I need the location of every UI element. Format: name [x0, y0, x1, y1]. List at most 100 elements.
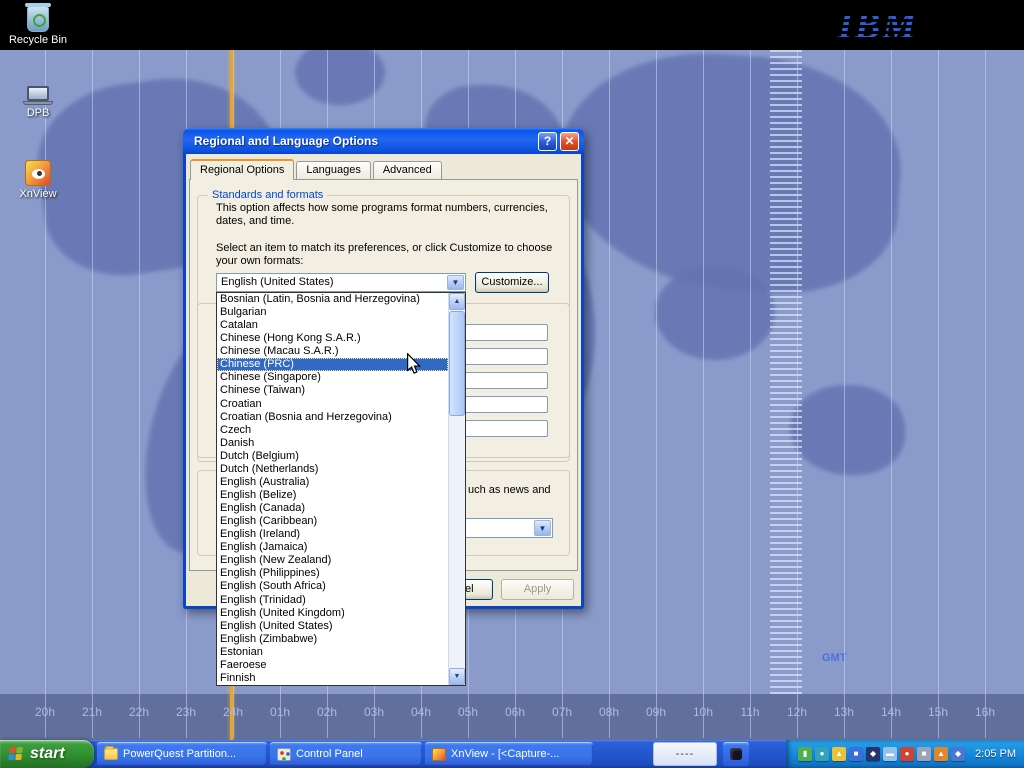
language-option[interactable]: Finnish	[217, 672, 448, 685]
timezone-hour-label: 12h	[783, 705, 811, 719]
tray-icon-2[interactable]: ●	[815, 747, 829, 761]
timezone-line	[45, 50, 46, 738]
language-option[interactable]: Chinese (Hong Kong S.A.R.)	[217, 332, 448, 345]
timezone-hour-label: 09h	[642, 705, 670, 719]
language-option[interactable]: English (Canada)	[217, 502, 448, 515]
language-option[interactable]: Czech	[217, 424, 448, 437]
tray-icon-1[interactable]: ▮	[798, 747, 812, 761]
chevron-down-icon[interactable]: ▼	[447, 275, 464, 290]
tray-icon-6[interactable]: ▬	[883, 747, 897, 761]
tab-languages[interactable]: Languages	[296, 161, 370, 179]
language-option[interactable]: Croatian	[217, 398, 448, 411]
timezone-line	[797, 50, 798, 738]
tab-regional-options[interactable]: Regional Options	[190, 159, 294, 180]
language-option[interactable]: English (Jamaica)	[217, 541, 448, 554]
language-dropdown-popup: Bosnian (Latin, Bosnia and Herzegovina)B…	[216, 292, 466, 686]
system-tray: ▮●▲■◆▬●■▲◆ 2:05 PM	[786, 740, 1024, 768]
timezone-hour-label: 01h	[266, 705, 294, 719]
tray-icon-4[interactable]: ■	[849, 747, 863, 761]
language-option[interactable]: Catalan	[217, 319, 448, 332]
language-option[interactable]: English (Belize)	[217, 489, 448, 502]
customize-button[interactable]: Customize...	[475, 272, 549, 293]
tray-icon-8[interactable]: ■	[917, 747, 931, 761]
desktop-icon-xnview[interactable]: XnView	[0, 160, 76, 200]
language-option[interactable]: English (Ireland)	[217, 528, 448, 541]
timezone-line	[891, 50, 892, 738]
standards-description-line2: dates, and time.	[216, 215, 294, 227]
timezone-hour-label: 06h	[501, 705, 529, 719]
tray-icon-7[interactable]: ●	[900, 747, 914, 761]
chevron-down-icon[interactable]: ▼	[534, 520, 551, 536]
language-dropdown-options: Bosnian (Latin, Bosnia and Herzegovina)B…	[217, 293, 448, 685]
tray-icon-3[interactable]: ▲	[832, 747, 846, 761]
taskbar-app-icon[interactable]	[723, 742, 749, 766]
taskbar-task-powerquest[interactable]: PowerQuest Partition...	[97, 742, 267, 766]
timezone-hour-label: 13h	[830, 705, 858, 719]
timezone-hour-label: 22h	[125, 705, 153, 719]
taskbar-task-xnview[interactable]: XnView - [<Capture-...	[425, 742, 593, 766]
language-option[interactable]: English (Trinidad)	[217, 594, 448, 607]
taskbar-clock[interactable]: 2:05 PM	[975, 748, 1016, 760]
folder-icon	[104, 748, 118, 760]
language-option[interactable]: Dutch (Belgium)	[217, 450, 448, 463]
taskbar-task-control-panel[interactable]: Control Panel	[270, 742, 422, 766]
language-option[interactable]: English (South Africa)	[217, 580, 448, 593]
continent-shape	[295, 50, 385, 105]
language-option[interactable]: English (Caribbean)	[217, 515, 448, 528]
timezone-hour-label: 20h	[31, 705, 59, 719]
timezone-hour-label: 16h	[971, 705, 999, 719]
timezone-line	[92, 50, 93, 738]
timezone-line	[609, 50, 610, 738]
tab-advanced[interactable]: Advanced	[373, 161, 442, 179]
taskbar-deskband[interactable]: ----	[653, 742, 717, 766]
standards-description-line1: This option affects how some programs fo…	[216, 202, 548, 214]
xnview-icon	[25, 160, 51, 186]
desktop-icon-dpb[interactable]: DPB	[0, 86, 76, 119]
language-option[interactable]: Danish	[217, 437, 448, 450]
language-option[interactable]: Faeroese	[217, 659, 448, 672]
language-option[interactable]: English (Philippines)	[217, 567, 448, 580]
dialog-titlebar[interactable]: Regional and Language Options ? ✕	[183, 128, 584, 154]
dialog-tabs: Regional Options Languages Advanced	[190, 159, 444, 179]
language-option[interactable]: Estonian	[217, 646, 448, 659]
scroll-down-button[interactable]: ▼	[449, 668, 465, 685]
language-option[interactable]: English (United States)	[217, 620, 448, 633]
language-option[interactable]: English (Zimbabwe)	[217, 633, 448, 646]
ibm-logo: IBM	[838, 4, 942, 46]
timezone-line	[985, 50, 986, 738]
language-option[interactable]: English (United Kingdom)	[217, 607, 448, 620]
dark-app-icon	[730, 748, 742, 760]
scroll-thumb[interactable]	[449, 311, 465, 416]
language-option[interactable]: Chinese (Taiwan)	[217, 384, 448, 397]
language-option[interactable]: Bosnian (Latin, Bosnia and Herzegovina)	[217, 293, 448, 306]
timezone-hour-label: 05h	[454, 705, 482, 719]
tray-icon-9[interactable]: ▲	[934, 747, 948, 761]
timezone-hour-label: 23h	[172, 705, 200, 719]
start-button[interactable]: start	[0, 740, 94, 768]
language-option[interactable]: Dutch (Netherlands)	[217, 463, 448, 476]
language-option[interactable]: English (Australia)	[217, 476, 448, 489]
format-combobox[interactable]: English (United States) ▼	[216, 273, 466, 292]
apply-button: Apply	[501, 579, 574, 600]
timezone-hour-label: 14h	[877, 705, 905, 719]
mouse-cursor	[406, 353, 423, 377]
language-option[interactable]: English (New Zealand)	[217, 554, 448, 567]
timezone-hour-label: 03h	[360, 705, 388, 719]
timezone-hour-label: 04h	[407, 705, 435, 719]
language-option[interactable]: Bulgarian	[217, 306, 448, 319]
desktop-icon-recycle-bin[interactable]: Recycle Bin	[0, 6, 76, 46]
timezone-hour-label: 21h	[78, 705, 106, 719]
close-button[interactable]: ✕	[560, 132, 579, 151]
tray-icon-5[interactable]: ◆	[866, 747, 880, 761]
timezone-line	[844, 50, 845, 738]
help-button[interactable]: ?	[538, 132, 557, 151]
start-button-label: start	[30, 745, 65, 763]
scrollbar[interactable]: ▲ ▼	[448, 293, 465, 685]
timezone-hour-label: 11h	[736, 705, 764, 719]
timezone-line	[656, 50, 657, 738]
laptop-icon	[21, 86, 55, 105]
tray-icon-area: ▮●▲■◆▬●■▲◆	[798, 747, 965, 761]
tray-icon-10[interactable]: ◆	[951, 747, 965, 761]
language-option[interactable]: Croatian (Bosnia and Herzegovina)	[217, 411, 448, 424]
scroll-up-button[interactable]: ▲	[449, 293, 465, 310]
